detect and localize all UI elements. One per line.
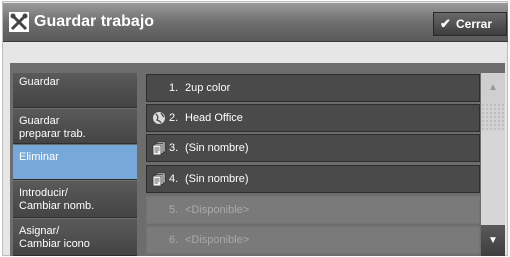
title-bar: Guardar trabajo ✔ Cerrar bbox=[3, 3, 508, 42]
job-number: 1. bbox=[169, 82, 179, 94]
documents-icon bbox=[152, 172, 166, 186]
scroll-thumb[interactable] bbox=[481, 103, 505, 131]
job-number: 6. bbox=[169, 234, 179, 246]
tab-item[interactable]: Eliminar bbox=[13, 145, 137, 180]
scroll-down-button[interactable]: ▼ bbox=[481, 225, 505, 256]
tab-item[interactable]: Guardar bbox=[13, 73, 137, 108]
checkmark-icon: ✔ bbox=[440, 16, 451, 31]
tab-item[interactable]: Guardar preparar trab. bbox=[13, 109, 137, 144]
tools-icon bbox=[9, 12, 29, 32]
window-title: Guardar trabajo bbox=[34, 13, 155, 30]
job-name: <Disponible> bbox=[185, 234, 250, 246]
job-name: <Disponible> bbox=[185, 204, 250, 216]
tab-label: Guardar preparar trab. bbox=[19, 115, 86, 140]
job-name: Head Office bbox=[185, 112, 243, 124]
tab-item[interactable]: Introducir/ Cambiar nomb. bbox=[13, 181, 137, 218]
job-number: 2. bbox=[169, 112, 179, 124]
tab-label: Guardar bbox=[19, 76, 60, 88]
job-row[interactable]: 4. (Sin nombre) bbox=[146, 165, 480, 193]
job-name: (Sin nombre) bbox=[185, 142, 249, 154]
job-number: 3. bbox=[169, 142, 179, 154]
scroll-up-button[interactable]: ▲ bbox=[481, 73, 505, 103]
documents-icon bbox=[152, 141, 166, 155]
job-name: (Sin nombre) bbox=[185, 173, 249, 185]
globe-icon bbox=[153, 112, 165, 124]
job-row[interactable]: 1. 2up color bbox=[146, 74, 480, 102]
job-number: 5. bbox=[169, 204, 179, 216]
job-number: 4. bbox=[169, 173, 179, 185]
job-name: 2up color bbox=[185, 82, 231, 94]
close-button-label: Cerrar bbox=[456, 17, 493, 31]
job-row[interactable]: 3. (Sin nombre) bbox=[146, 134, 480, 162]
job-row: 6. <Disponible> bbox=[146, 226, 480, 254]
job-row[interactable]: 2. Head Office bbox=[146, 104, 480, 132]
job-row: 5. <Disponible> bbox=[146, 196, 480, 224]
tab-item[interactable]: Asignar/ Cambiar icono bbox=[13, 219, 137, 256]
close-button[interactable]: ✔ Cerrar bbox=[433, 12, 507, 36]
tab-label: Introducir/ Cambiar nomb. bbox=[19, 187, 95, 212]
tab-label: Asignar/ Cambiar icono bbox=[19, 225, 90, 250]
tab-label: Eliminar bbox=[19, 151, 59, 163]
